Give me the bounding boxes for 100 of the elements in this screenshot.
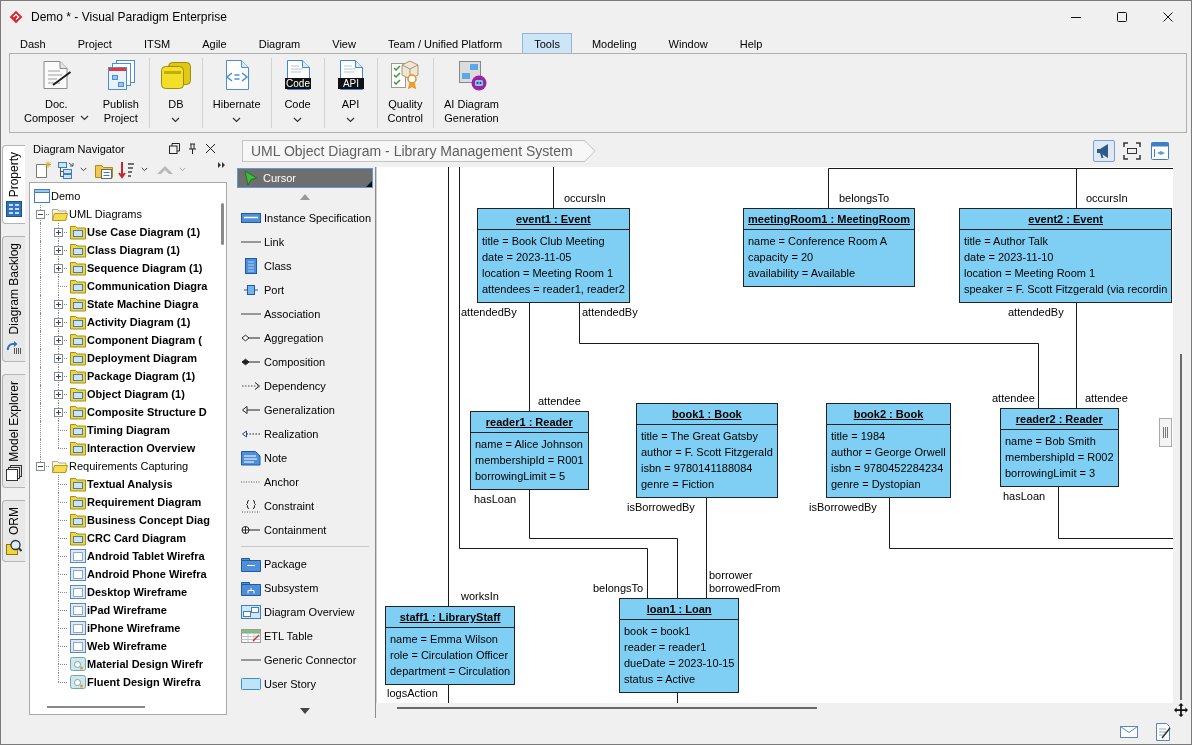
tree-item[interactable]: Composite Structure D bbox=[31, 403, 221, 421]
palette-tool[interactable]: Generic Connector bbox=[235, 648, 375, 672]
palette-tool[interactable]: Aggregation bbox=[235, 326, 375, 350]
scrollbar-thumb[interactable] bbox=[221, 203, 224, 245]
caret-down-icon[interactable] bbox=[346, 117, 356, 123]
tree-item[interactable]: Activity Diagram (1) bbox=[31, 313, 221, 331]
tree-item[interactable]: Package Diagram (1) bbox=[31, 367, 221, 385]
expand-icon[interactable] bbox=[54, 228, 63, 237]
tree-item[interactable]: Requirement Diagram bbox=[31, 493, 221, 511]
expand-icon[interactable] bbox=[54, 318, 63, 327]
menu-tab[interactable]: Diagram bbox=[246, 33, 313, 53]
expand-icon[interactable] bbox=[54, 264, 63, 273]
menu-tab[interactable]: Tools bbox=[522, 33, 572, 53]
tree-item[interactable]: Class Diagram (1) bbox=[31, 241, 221, 259]
collapse-icon[interactable] bbox=[36, 462, 45, 471]
scroll-down-icon[interactable] bbox=[300, 708, 310, 714]
palette-tool[interactable]: Port bbox=[235, 278, 375, 302]
tree-item[interactable]: Fluent Design Wirefra bbox=[31, 673, 221, 691]
palette-tool[interactable]: Realization bbox=[235, 422, 375, 446]
tree-item[interactable]: Component Diagram ( bbox=[31, 331, 221, 349]
tree-item[interactable]: Requirements Capturing bbox=[31, 457, 221, 475]
ribbon-button[interactable]: Publish Project bbox=[95, 58, 146, 128]
restore-icon[interactable] bbox=[169, 143, 180, 154]
hierarchy-icon[interactable] bbox=[57, 160, 75, 179]
expand-icon[interactable] bbox=[54, 300, 63, 309]
palette-tool[interactable]: Class bbox=[235, 254, 375, 278]
grip-icon[interactable] bbox=[1159, 418, 1172, 447]
tree-item[interactable]: UML Diagrams bbox=[31, 205, 221, 223]
ribbon-button[interactable]: API API bbox=[327, 58, 374, 128]
caret-down-icon[interactable] bbox=[141, 167, 148, 172]
tree-item[interactable]: Use Case Diagram (1) bbox=[31, 223, 221, 241]
side-tab[interactable]: Model Explorer bbox=[2, 373, 25, 489]
side-tab[interactable]: ORM bbox=[2, 500, 25, 563]
palette-tool[interactable]: Instance Specification bbox=[235, 206, 375, 230]
palette-tool[interactable]: Generalization bbox=[235, 398, 375, 422]
palette-tool[interactable]: Composition bbox=[235, 350, 375, 374]
pin-icon[interactable] bbox=[187, 143, 198, 154]
close-icon[interactable] bbox=[205, 143, 216, 154]
palette-tool[interactable]: ETL Table bbox=[235, 624, 375, 648]
scrollbar-thumb[interactable] bbox=[1180, 354, 1182, 700]
expand-icon[interactable] bbox=[54, 336, 63, 345]
tree-item[interactable]: Sequence Diagram (1) bbox=[31, 259, 221, 277]
breadcrumb[interactable]: UML Object Diagram - Library Management System bbox=[242, 140, 596, 162]
tree-item[interactable]: Web Wireframe bbox=[31, 637, 221, 655]
tree-item[interactable]: Material Design Wirefr bbox=[31, 655, 221, 673]
caret-down-icon[interactable] bbox=[232, 117, 242, 123]
double-chevron-icon[interactable] bbox=[218, 162, 225, 168]
tree-item[interactable]: Textual Analysis bbox=[31, 475, 221, 493]
sort-arrow-icon[interactable] bbox=[118, 160, 136, 179]
palette-tool[interactable]: Note bbox=[235, 446, 375, 470]
scrollbar-thumb[interactable] bbox=[47, 706, 145, 708]
menu-tab[interactable]: Help bbox=[727, 33, 775, 53]
side-tab[interactable]: Property bbox=[2, 145, 25, 225]
side-tab[interactable]: Diagram Backlog bbox=[2, 236, 25, 362]
ribbon-button[interactable]: DB bbox=[152, 58, 199, 128]
menu-tab[interactable]: Project bbox=[65, 33, 124, 53]
new-page-icon[interactable] bbox=[34, 160, 52, 179]
tree-item[interactable]: Business Concept Diag bbox=[31, 511, 221, 529]
ribbon-button[interactable]: Doc. Composer bbox=[17, 58, 96, 128]
menu-tab[interactable]: Team / Unified Platform bbox=[375, 33, 515, 53]
tree-item[interactable]: Android Phone Wirefra bbox=[31, 565, 221, 583]
ribbon-button[interactable]: Hibernate bbox=[205, 58, 268, 128]
palette-tool[interactable]: User Story bbox=[235, 672, 375, 696]
palette-tool[interactable]: Package bbox=[235, 552, 375, 576]
page-pen-icon[interactable] bbox=[1155, 723, 1171, 741]
caret-down-icon[interactable] bbox=[79, 115, 89, 121]
expand-icon[interactable] bbox=[54, 390, 63, 399]
expand-icon[interactable] bbox=[54, 408, 63, 417]
tree-item[interactable]: Deployment Diagram bbox=[31, 349, 221, 367]
tree-item[interactable]: iPhone Wireframe bbox=[31, 619, 221, 637]
palette-tool[interactable]: Subsystem bbox=[235, 576, 375, 600]
tree-item[interactable]: Demo bbox=[31, 187, 221, 205]
tree-item[interactable]: Communication Diagra bbox=[31, 277, 221, 295]
expand-icon[interactable] bbox=[54, 372, 63, 381]
palette-tool[interactable]: Association bbox=[235, 302, 375, 326]
palette-tool[interactable]: Diagram Overview bbox=[235, 600, 375, 624]
palette-tool[interactable]: Cursor bbox=[237, 168, 373, 188]
expand-icon[interactable] bbox=[54, 246, 63, 255]
menu-tab[interactable]: Dash bbox=[8, 33, 58, 53]
expand-icon[interactable] bbox=[54, 354, 63, 363]
ribbon-button[interactable]: Quality Control bbox=[380, 58, 430, 128]
ribbon-button[interactable]: AI Diagram Generation bbox=[437, 58, 507, 128]
palette-tool[interactable]: Link bbox=[235, 230, 375, 254]
tree-item[interactable]: Timing Diagram bbox=[31, 421, 221, 439]
menu-tab[interactable]: View bbox=[320, 33, 368, 53]
caret-down-icon[interactable] bbox=[293, 117, 303, 123]
envelope-icon[interactable] bbox=[1120, 724, 1138, 740]
menu-tab[interactable]: Agile bbox=[190, 33, 239, 53]
menu-tab[interactable]: Modeling bbox=[579, 33, 649, 53]
tree-item[interactable]: State Machine Diagra bbox=[31, 295, 221, 313]
tree-item[interactable]: Interaction Overview bbox=[31, 439, 221, 457]
tree-item[interactable]: CRC Card Diagram bbox=[31, 529, 221, 547]
menu-tab[interactable]: ITSM bbox=[131, 33, 183, 53]
move-arrows-icon[interactable] bbox=[1174, 703, 1188, 717]
tree-item[interactable]: Android Tablet Wirefra bbox=[31, 547, 221, 565]
palette-tool[interactable]: Constraint bbox=[235, 494, 375, 518]
scrollbar-thumb[interactable] bbox=[397, 707, 817, 709]
ribbon-button[interactable]: Code Code bbox=[274, 58, 321, 128]
collapse-icon[interactable] bbox=[36, 210, 45, 219]
caret-down-icon[interactable] bbox=[171, 117, 181, 123]
